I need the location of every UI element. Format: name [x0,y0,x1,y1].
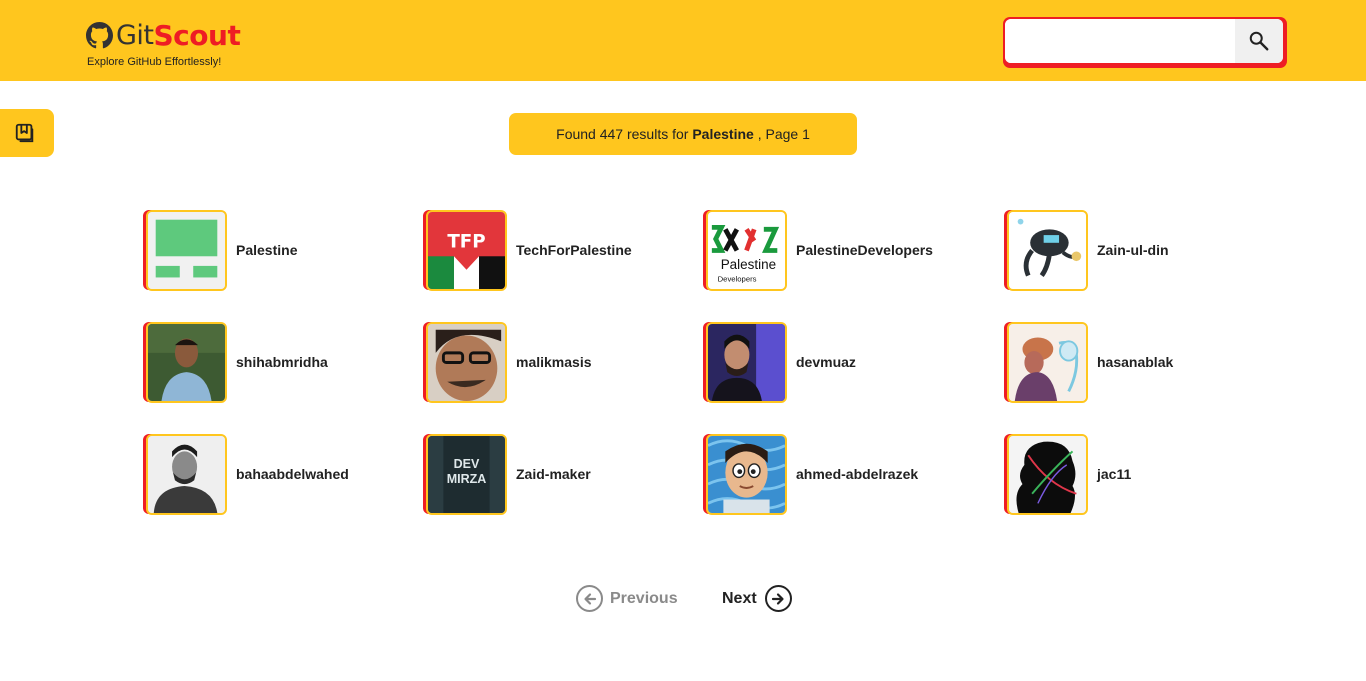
results-prefix: Found 447 results for [556,126,693,142]
username[interactable]: TechForPalestine [516,242,632,258]
svg-text:Palestine: Palestine [721,257,776,272]
username[interactable]: Zaid-maker [516,466,591,482]
previous-button[interactable]: Previous [576,585,678,612]
user-card[interactable]: malikmasis [423,322,592,406]
username[interactable]: jac11 [1097,466,1131,482]
logo-scout-text: Scout [153,18,241,52]
app-header: Git Scout Explore GitHub Effortlessly! [0,0,1366,81]
username[interactable]: Palestine [236,242,297,258]
user-card[interactable]: bahaabdelwahed [143,434,349,518]
username[interactable]: shihabmridha [236,354,328,370]
username[interactable]: Zain-ul-din [1097,242,1169,258]
svg-text:MIRZA: MIRZA [447,472,487,486]
next-button[interactable]: Next [722,585,792,612]
arrow-right-icon [764,585,792,612]
avatar: DEV MIRZA [426,434,507,515]
avatar [1007,434,1088,515]
search-bar [1003,17,1287,68]
bookmark-icon [15,123,34,143]
user-card[interactable]: jac11 [1004,434,1131,518]
user-card[interactable]: DEV MIRZA Zaid-maker [423,434,591,518]
app-logo[interactable]: Git Scout Explore GitHub Effortlessly! [86,18,241,68]
avatar [1007,322,1088,403]
previous-label: Previous [610,589,678,607]
svg-text:DEV: DEV [454,457,480,471]
avatar [706,322,787,403]
user-card[interactable]: ahmed-abdelrazek [703,434,918,518]
logo-git-text: Git [116,19,154,51]
bookmarks-tab[interactable] [0,109,54,157]
next-label: Next [722,589,757,607]
arrow-left-icon [576,585,603,612]
user-card[interactable]: hasanablak [1004,322,1173,406]
avatar: TFP [426,210,507,291]
username[interactable]: hasanablak [1097,354,1173,370]
avatar: Palestine Developers [706,210,787,291]
github-icon [86,21,113,48]
user-card[interactable]: Palestine [143,210,297,294]
user-card[interactable]: Palestine Developers PalestineDevelopers [703,210,933,294]
user-card[interactable]: TFP TechForPalestine [423,210,632,294]
search-icon [1249,31,1269,51]
user-card[interactable]: devmuaz [703,322,856,406]
avatar [426,322,507,403]
svg-text:Developers: Developers [718,274,757,283]
results-suffix: , Page 1 [753,126,810,142]
results-query: Palestine [692,126,754,142]
avatar [146,322,227,403]
search-button[interactable] [1235,19,1283,63]
avatar [146,210,227,291]
username[interactable]: devmuaz [796,354,856,370]
search-input[interactable] [1005,19,1235,63]
user-card[interactable]: Zain-ul-din [1004,210,1169,294]
avatar [706,434,787,515]
tagline: Explore GitHub Effortlessly! [87,56,222,68]
results-summary: Found 447 results for Palestine , Page 1 [509,113,857,155]
avatar [146,434,227,515]
user-card[interactable]: shihabmridha [143,322,328,406]
username[interactable]: PalestineDevelopers [796,242,933,258]
username[interactable]: malikmasis [516,354,592,370]
svg-text:TFP: TFP [447,232,485,253]
username[interactable]: bahaabdelwahed [236,466,349,482]
username[interactable]: ahmed-abdelrazek [796,466,918,482]
avatar [1007,210,1088,291]
